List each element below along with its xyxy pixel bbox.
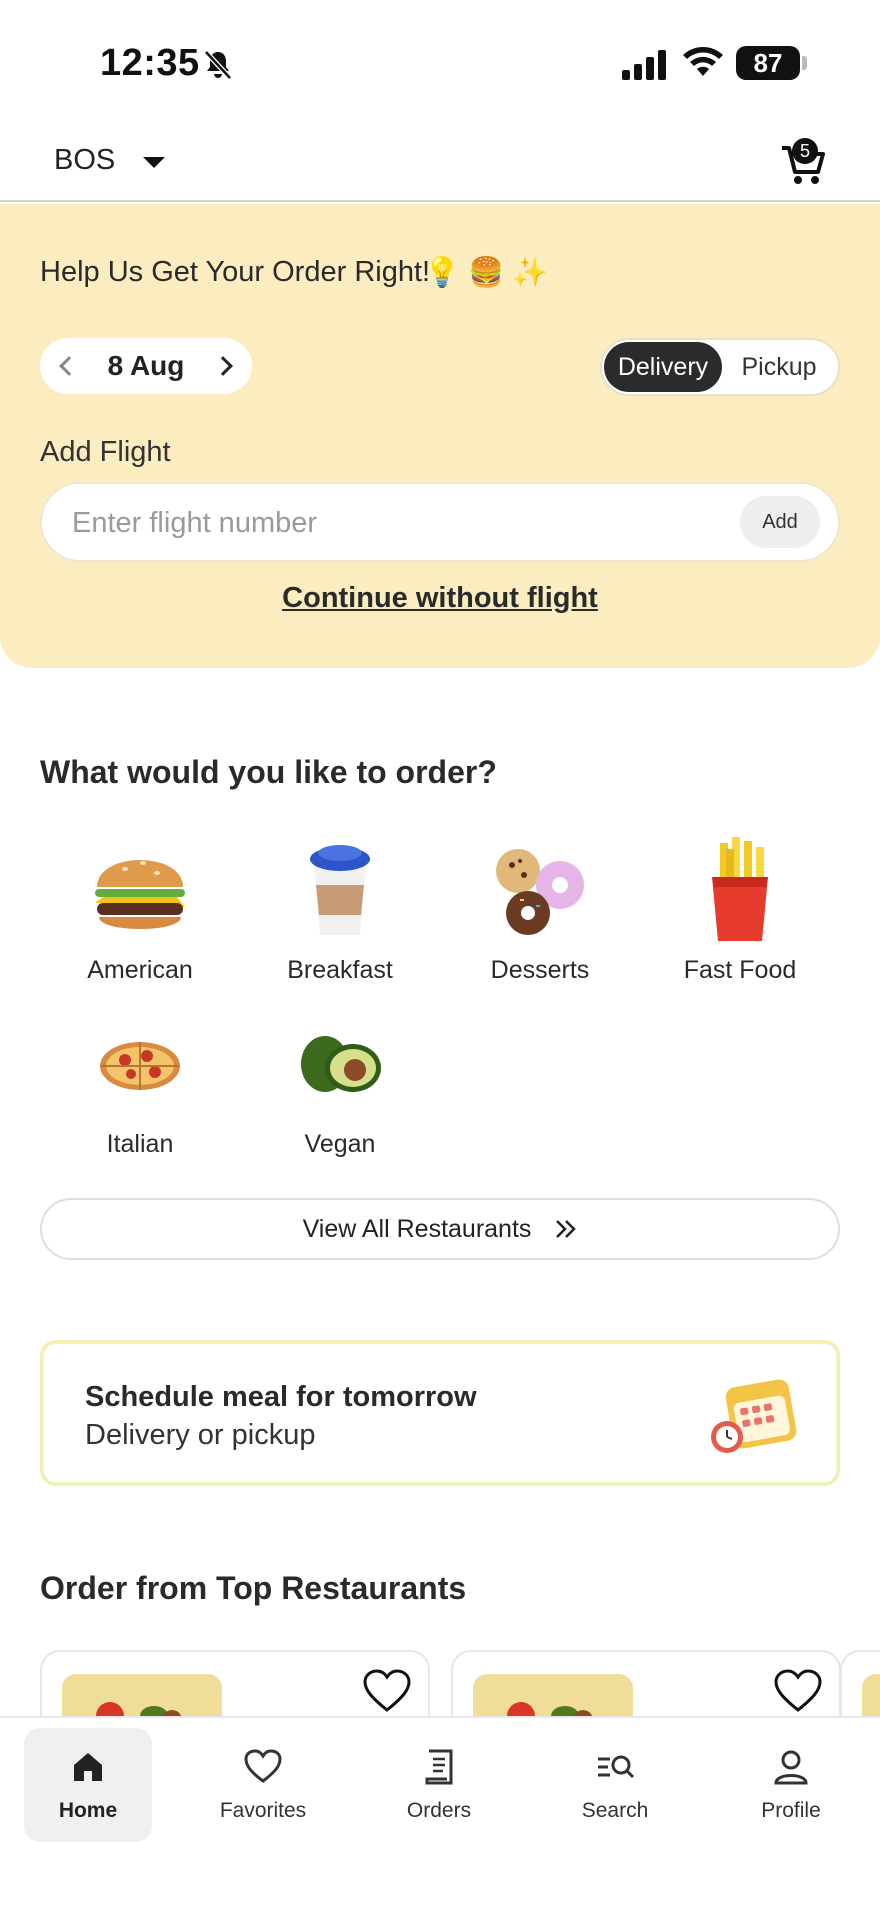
- nav-orders[interactable]: Orders: [375, 1728, 503, 1842]
- heart-icon: [244, 1749, 282, 1783]
- nav-label: Orders: [406, 1799, 472, 1822]
- chevron-left-icon[interactable]: [59, 356, 79, 376]
- nav-search[interactable]: Search: [551, 1728, 679, 1842]
- flight-panel: Help Us Get Your Order Right! 💡 🍔 ✨ 8 Au…: [0, 204, 880, 668]
- favorite-heart-icon[interactable]: [773, 1668, 823, 1714]
- mode-pickup[interactable]: Pickup: [722, 342, 836, 392]
- category-desserts[interactable]: Desserts: [440, 836, 640, 985]
- signal-icon: [622, 50, 666, 80]
- hero-emojis: 💡 🍔 ✨: [424, 257, 549, 289]
- coffee-cup-icon: [240, 836, 440, 946]
- receipt-icon: [425, 1749, 453, 1785]
- add-flight-button[interactable]: Add: [740, 496, 820, 548]
- nav-home[interactable]: Home: [24, 1728, 152, 1842]
- nav-label: Home: [58, 1799, 118, 1822]
- hero-title: Help Us Get Your Order Right!: [40, 256, 431, 288]
- category-vegan[interactable]: Vegan: [240, 1010, 440, 1159]
- category-label: Fast Food: [683, 956, 797, 984]
- add-flight-label: Add Flight: [40, 436, 171, 468]
- date-label: 8 Aug: [107, 350, 185, 381]
- battery-indicator: 87: [736, 46, 800, 80]
- calendar-icon: [711, 1379, 797, 1453]
- view-all-label: View All Restaurants: [302, 1214, 532, 1243]
- schedule-title: Schedule meal for tomorrow: [85, 1381, 477, 1413]
- nav-label: Profile: [761, 1799, 821, 1822]
- category-breakfast[interactable]: Breakfast: [240, 836, 440, 985]
- category-fast-food[interactable]: Fast Food: [640, 836, 840, 985]
- continue-without-flight-link[interactable]: Continue without flight: [0, 582, 880, 615]
- status-time: 12:35: [100, 42, 200, 84]
- header: BOS 5: [0, 120, 880, 202]
- donuts-icon: [440, 836, 640, 946]
- cart-count-badge: 5: [792, 138, 818, 164]
- nav-favorites[interactable]: Favorites: [199, 1728, 327, 1842]
- category-label: Desserts: [490, 956, 590, 984]
- airport-label: BOS: [54, 144, 116, 176]
- category-label: Breakfast: [287, 956, 393, 984]
- flight-number-input[interactable]: [72, 498, 712, 548]
- burger-icon: [40, 836, 240, 946]
- battery-cap: [802, 56, 807, 70]
- nav-label: Favorites: [219, 1799, 307, 1822]
- battery-level: 87: [753, 47, 783, 78]
- delivery-mode-toggle: Delivery Pickup: [600, 338, 840, 396]
- mode-delivery[interactable]: Delivery: [604, 342, 722, 392]
- fries-icon: [640, 836, 840, 946]
- category-label: Vegan: [304, 1130, 376, 1158]
- home-icon: [74, 1753, 102, 1781]
- airport-selector[interactable]: BOS: [54, 144, 166, 177]
- date-selector: 8 Aug: [40, 338, 252, 394]
- bottom-nav: Home Favorites Orders Search Profile: [0, 1716, 880, 1912]
- nav-profile[interactable]: Profile: [727, 1728, 855, 1842]
- view-all-restaurants-button[interactable]: View All Restaurants: [40, 1198, 840, 1260]
- nav-label: Search: [581, 1799, 649, 1822]
- profile-icon: [774, 1750, 808, 1785]
- wifi-icon: [683, 47, 723, 76]
- category-italian[interactable]: Italian: [40, 1010, 240, 1159]
- schedule-meal-card[interactable]: Schedule meal for tomorrow Delivery or p…: [40, 1340, 840, 1486]
- top-restaurants-title: Order from Top Restaurants: [40, 1570, 467, 1606]
- category-american[interactable]: American: [40, 836, 240, 985]
- bell-muted-icon: [204, 50, 232, 80]
- pizza-icon: [40, 1010, 240, 1120]
- avocado-icon: [240, 1010, 440, 1120]
- schedule-subtitle: Delivery or pickup: [85, 1419, 316, 1451]
- categories-title: What would you like to order?: [40, 754, 497, 790]
- favorite-heart-icon[interactable]: [362, 1668, 412, 1714]
- category-label: Italian: [106, 1130, 174, 1158]
- category-label: American: [87, 956, 193, 984]
- chevron-right-icon[interactable]: [213, 356, 233, 376]
- status-bar: 12:35 87: [0, 0, 880, 120]
- search-icon: [598, 1755, 635, 1779]
- caret-down-icon: [143, 157, 166, 168]
- double-chevron-right-icon: [556, 1220, 577, 1238]
- flight-input-wrapper: Add: [40, 482, 840, 562]
